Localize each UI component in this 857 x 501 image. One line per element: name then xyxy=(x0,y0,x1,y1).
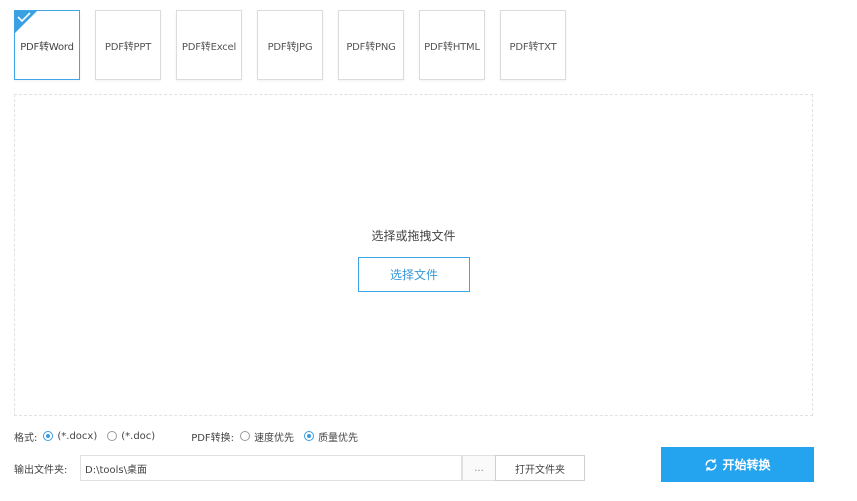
mode-radio-quality[interactable]: 质量优先 xyxy=(304,429,358,444)
conversion-mode-label: PDF转换: xyxy=(191,432,235,444)
mode-radio-speed[interactable]: 速度优先 xyxy=(240,429,294,444)
radio-label: 速度优先 xyxy=(254,432,295,444)
output-path-input[interactable]: D:\tools\桌面 xyxy=(80,455,462,481)
format-radio-docx[interactable]: (*.docx) xyxy=(43,431,97,442)
options-row: 格式: (*.docx) (*.doc) PDF转换: 速度优先 质量优先 xyxy=(14,429,368,444)
file-drop-zone[interactable]: 选择或拖拽文件 选择文件 xyxy=(14,94,813,416)
tab-label: PDF转Excel xyxy=(181,41,237,53)
check-icon xyxy=(17,12,31,22)
tab-label: PDF转PNG xyxy=(346,41,396,53)
radio-unselected-icon xyxy=(240,431,251,441)
open-folder-button[interactable]: 打开文件夹 xyxy=(495,455,585,481)
tab-label: PDF转Word xyxy=(20,41,74,53)
tab-label: PDF转HTML xyxy=(424,41,480,53)
browse-folder-button[interactable]: ... xyxy=(462,455,496,481)
tab-label: PDF转JPG xyxy=(267,41,313,53)
output-folder-row: 输出文件夹: D:\tools\桌面 ... 打开文件夹 xyxy=(14,455,586,481)
start-conversion-button[interactable]: 开始转换 xyxy=(661,447,814,482)
tab-pdf-to-jpg[interactable]: PDF转JPG xyxy=(257,10,323,80)
radio-label: 质量优先 xyxy=(318,432,359,444)
tab-label: PDF转TXT xyxy=(509,41,557,53)
conversion-type-tabs: PDF转Word PDF转PPT PDF转Excel PDF转JPG PDF转P… xyxy=(14,10,574,80)
choose-file-button[interactable]: 选择文件 xyxy=(358,257,470,292)
refresh-icon xyxy=(705,458,717,471)
tab-pdf-to-excel[interactable]: PDF转Excel xyxy=(176,10,242,80)
format-label: 格式: xyxy=(14,432,38,444)
format-radio-doc[interactable]: (*.doc) xyxy=(107,431,155,442)
start-button-label: 开始转换 xyxy=(722,458,771,472)
radio-selected-icon xyxy=(43,431,54,441)
radio-label: (*.doc) xyxy=(121,430,156,442)
drop-hint-text: 选择或拖拽文件 xyxy=(371,229,456,243)
tab-pdf-to-png[interactable]: PDF转PNG xyxy=(338,10,404,80)
tab-pdf-to-html[interactable]: PDF转HTML xyxy=(419,10,485,80)
radio-selected-icon xyxy=(304,431,315,441)
output-folder-label: 输出文件夹: xyxy=(14,464,68,476)
radio-label: (*.docx) xyxy=(57,430,98,442)
tab-pdf-to-txt[interactable]: PDF转TXT xyxy=(500,10,566,80)
tab-label: PDF转PPT xyxy=(104,41,152,53)
tab-pdf-to-ppt[interactable]: PDF转PPT xyxy=(95,10,161,80)
tab-pdf-to-word[interactable]: PDF转Word xyxy=(14,10,80,80)
radio-unselected-icon xyxy=(107,431,118,441)
